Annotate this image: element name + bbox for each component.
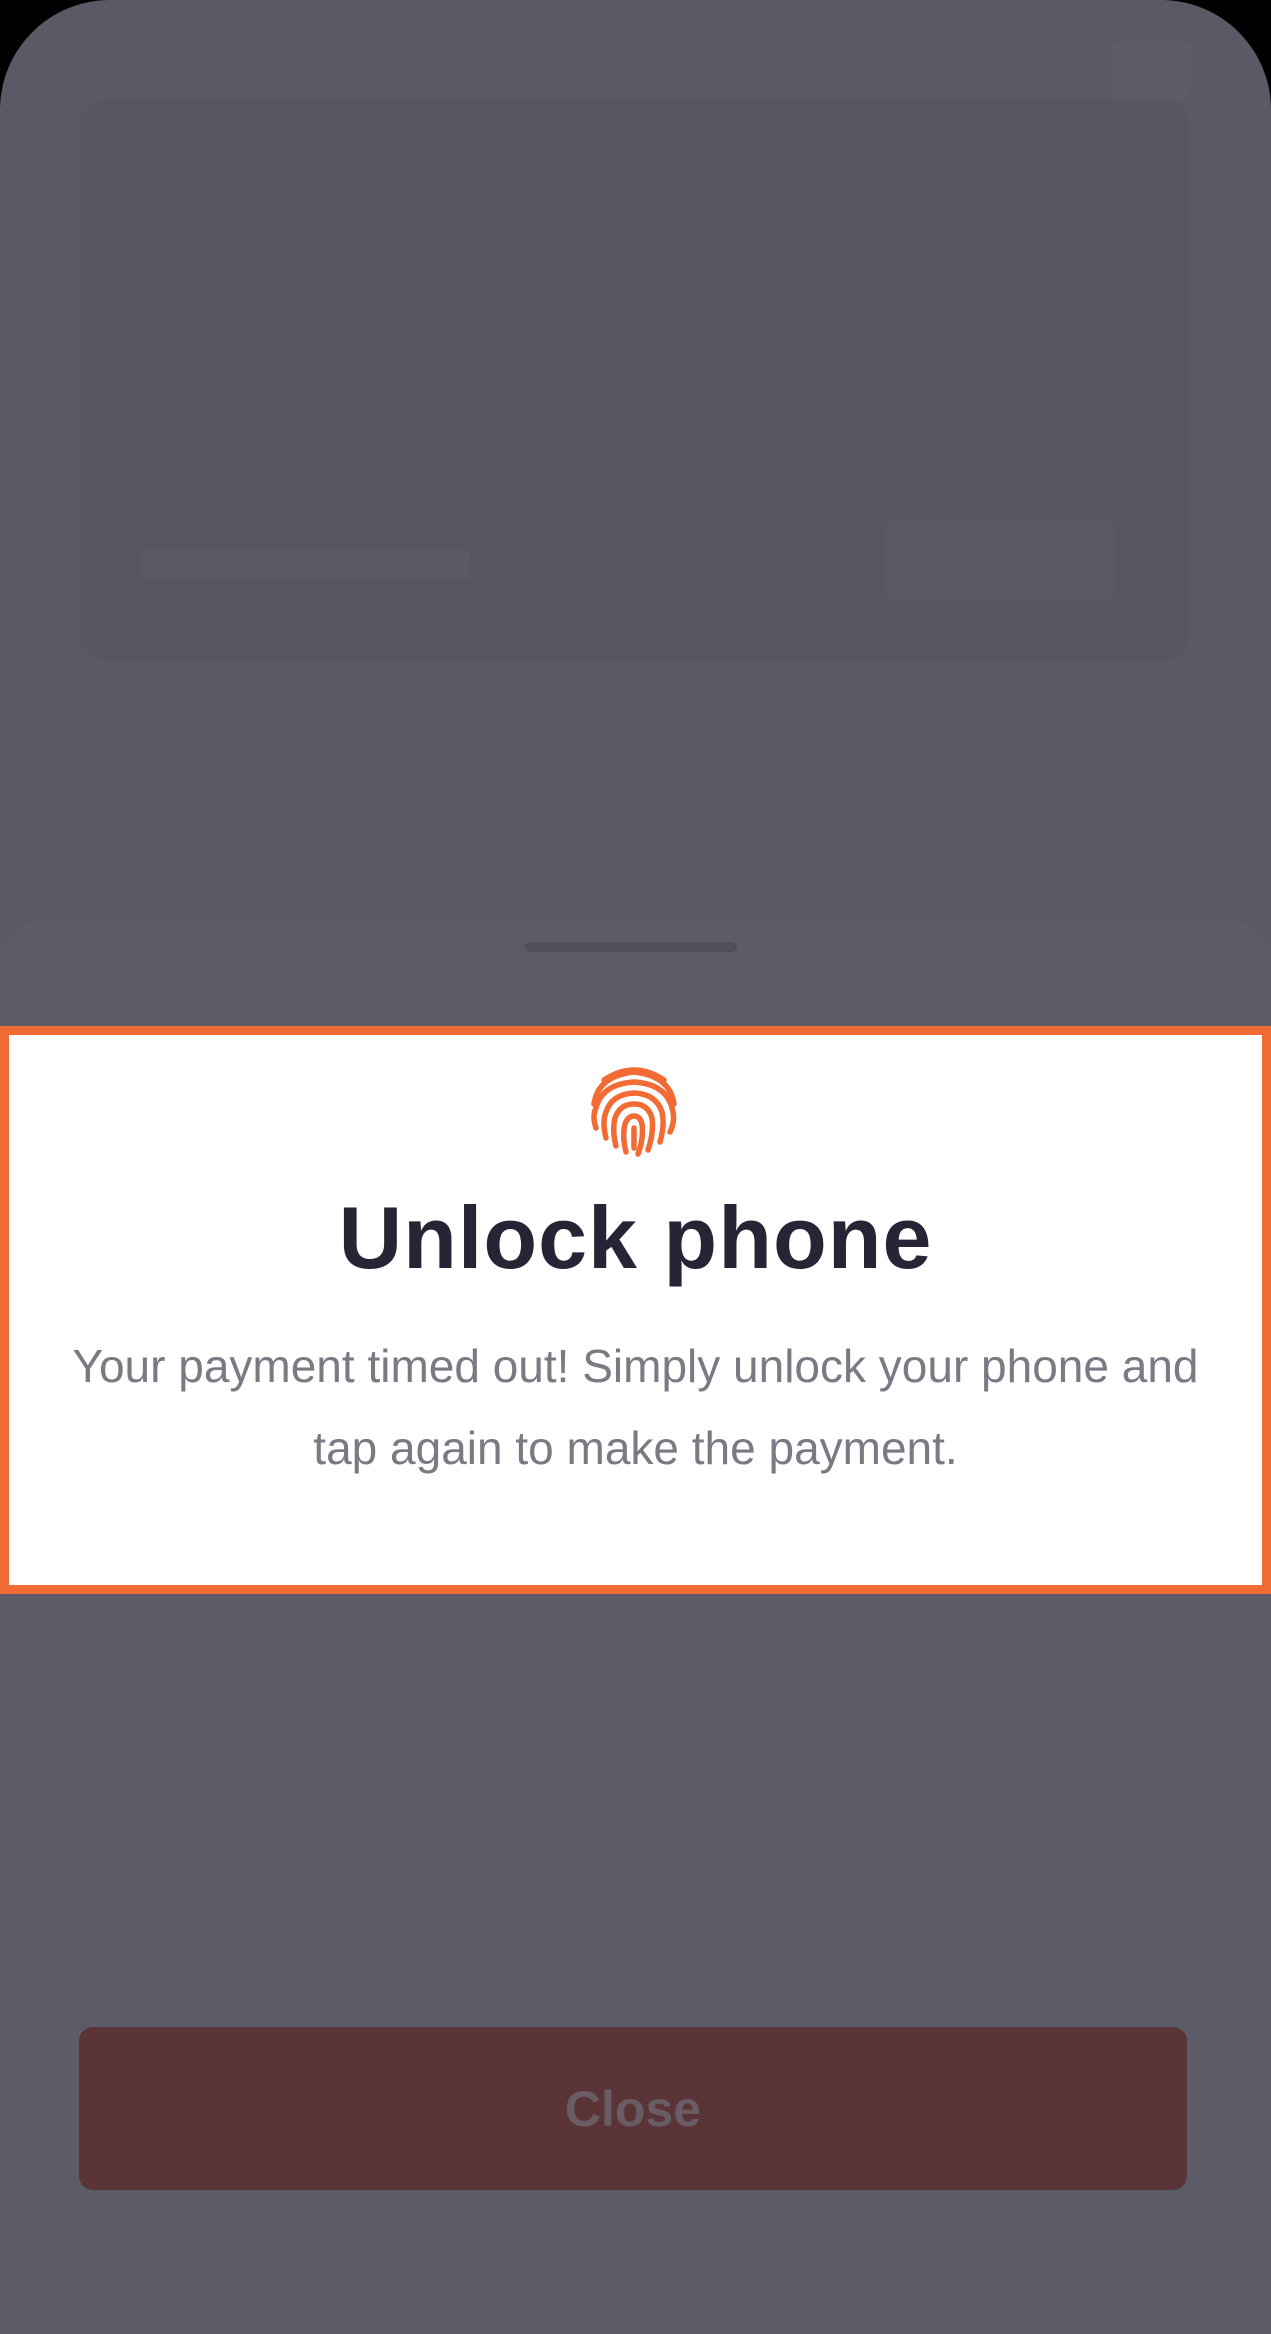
sheet-grabber-handle[interactable] <box>525 942 737 952</box>
close-button[interactable]: Close <box>79 2027 1187 2190</box>
dimmed-top-action <box>1111 40 1191 100</box>
payment-card <box>80 100 1190 660</box>
card-brand-logo <box>885 520 1115 600</box>
dialog-message: Your payment timed out! Simply unlock yo… <box>72 1340 1199 1474</box>
dialog-title: Unlock phone <box>338 1188 933 1287</box>
fingerprint-icon <box>591 1067 677 1157</box>
phone-screen: Unlock phone Your payment timed out! Sim… <box>0 0 1271 2334</box>
card-number-placeholder <box>140 550 470 580</box>
